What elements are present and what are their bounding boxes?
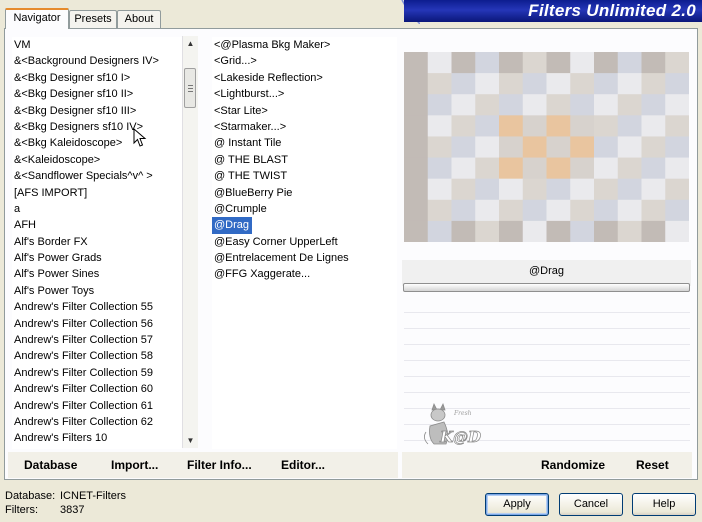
database-button[interactable]: Database [24,452,77,478]
category-list-item[interactable]: Andrew's Filter Collection 58 [12,348,182,364]
category-list-item[interactable]: Alf's Border FX [12,234,182,250]
category-list-item[interactable]: &<Sandflower Specials^v^ > [12,168,182,184]
scroll-thumb[interactable] [184,68,196,108]
category-scrollbar[interactable]: ▲ ▼ [182,36,198,448]
filter-list-item[interactable]: @ Instant Tile [212,135,397,151]
category-list-item[interactable]: &<Bkg Kaleidoscope> [12,135,182,151]
filter-list-item[interactable]: <@Plasma Bkg Maker> [212,37,397,53]
category-list-item[interactable]: Andrew's Filter Collection 62 [12,414,182,430]
category-list-item[interactable]: Alf's Power Sines [12,266,182,282]
category-list-item[interactable]: Andrew's Filter Collection 57 [12,332,182,348]
tab-about[interactable]: About [117,10,161,28]
watermark-text: K@D [439,428,481,446]
filter-list-item[interactable]: @BlueBerry Pie [212,185,397,201]
category-list-item[interactable]: AFH [12,217,182,233]
kad-watermark-logo: Fresh K@D [424,402,481,446]
preview-overlay [404,52,689,242]
filters-count-value: 3837 [60,504,85,516]
database-label: Database: [5,490,56,502]
filter-list-item[interactable]: @ THE BLAST [212,152,397,168]
database-value: ICNET-Filters [60,490,126,502]
filter-list-item[interactable]: <Starmaker...> [212,119,397,135]
category-list-item[interactable]: a [12,201,182,217]
category-list-item[interactable]: Alf's Power Toys [12,283,182,299]
tab-presets[interactable]: Presets [69,10,117,28]
app-title-banner: Filters Unlimited 2.0 [404,0,702,22]
svg-text:Fresh: Fresh [453,410,472,417]
tab-navigator[interactable]: Navigator [5,8,69,29]
category-list-item[interactable]: Alf's Power Grads [12,250,182,266]
category-list-item[interactable]: &<Kaleidoscope> [12,152,182,168]
editor-button[interactable]: Editor... [281,452,325,478]
help-button[interactable]: Help [632,493,696,516]
filter-info-button[interactable]: Filter Info... [187,452,252,478]
category-list-item[interactable]: &<Bkg Designers sf10 IV> [12,119,182,135]
category-list[interactable]: VM &<Background Designers IV> &<Bkg Design… [12,37,182,449]
filter-list-item[interactable]: <Lakeside Reflection> [212,70,397,86]
filter-list-item[interactable]: @Drag [212,217,253,234]
filter-list-item[interactable]: <Grid...> [212,53,397,69]
category-list-item[interactable]: &<Bkg Designer sf10 III> [12,103,182,119]
import-button[interactable]: Import... [111,452,158,478]
cancel-button[interactable]: Cancel [559,493,623,516]
category-list-item[interactable]: Andrew's Filter Collection 56 [12,316,182,332]
filter-list[interactable]: <@Plasma Bkg Maker> <Grid...> <Lakeside Re… [212,37,397,449]
randomize-button[interactable]: Randomize [541,452,605,478]
filter-preview-image [404,52,689,242]
category-list-item[interactable]: Andrew's Filters 10 [12,430,182,446]
preview-progress-bar [403,283,690,292]
filter-list-item[interactable]: @Entrelacement De Lignes [212,250,397,266]
filter-list-item[interactable]: @ THE TWIST [212,168,397,184]
category-list-item[interactable]: Andrew's Filter Collection 61 [12,398,182,414]
category-list-item[interactable]: &<Bkg Designer sf10 I> [12,70,182,86]
category-list-item[interactable]: Andrew's Filter Collection 59 [12,365,182,381]
filter-list-item[interactable]: @FFG Xaggerate... [212,266,397,282]
category-list-item[interactable]: &<Bkg Designer sf10 II> [12,86,182,102]
category-list-item[interactable]: &<Background Designers IV> [12,53,182,69]
scroll-down-arrow[interactable]: ▼ [183,433,198,448]
mouse-cursor-icon [133,128,147,147]
scroll-up-arrow[interactable]: ▲ [183,36,198,51]
filter-list-item[interactable]: <Star Lite> [212,103,397,119]
category-list-item[interactable]: VM [12,37,182,53]
category-list-item[interactable]: Andrew's Filter Collection 60 [12,381,182,397]
filter-list-item[interactable]: <Lightburst...> [212,86,397,102]
apply-button[interactable]: Apply [485,493,549,516]
category-list-item[interactable]: Andrew's Filter Collection 55 [12,299,182,315]
filters-count-label: Filters: [5,504,38,516]
category-list-item[interactable]: [AFS IMPORT] [12,185,182,201]
filter-list-item[interactable]: @Easy Corner UpperLeft [212,234,397,250]
reset-button[interactable]: Reset [636,452,669,478]
filter-list-item[interactable]: @Crumple [212,201,397,217]
